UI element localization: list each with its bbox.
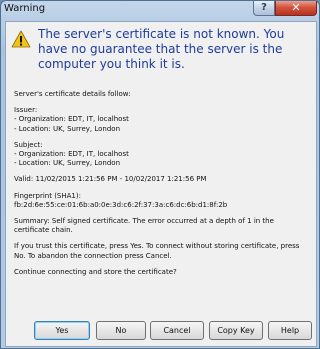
issuer-block: Issuer: - Organization: EDT, IT, localho…	[14, 106, 310, 134]
error-summary: Summary: Self signed certificate. The er…	[14, 217, 274, 235]
button-bar: Yes No Cancel Copy Key Help	[6, 316, 316, 346]
fingerprint-block: Fingerprint (SHA1): fb:2d:6e:55:ce:01:6b…	[14, 192, 310, 210]
window-title: Warning	[4, 3, 46, 14]
confirm-question: Continue connecting and store the certif…	[14, 267, 177, 276]
close-button[interactable]: ✕	[275, 1, 317, 16]
subject-label: Subject:	[14, 140, 43, 149]
copy-key-button[interactable]: Copy Key	[209, 321, 263, 340]
subject-block: Subject: - Organization: EDT, IT, localh…	[14, 141, 310, 169]
subject-location: - Location: UK, Surrey, London	[14, 159, 121, 168]
cancel-button[interactable]: Cancel	[150, 321, 204, 340]
validity-period: Valid: 11/02/2015 1:21:56 PM - 10/02/201…	[14, 175, 207, 184]
title-bar[interactable]: Warning ? ✕	[1, 1, 319, 21]
no-button[interactable]: No	[96, 321, 146, 340]
warning-dialog: Warning ? ✕ The server's certificate is …	[0, 0, 320, 349]
issuer-location: - Location: UK, Surrey, London	[14, 124, 121, 133]
trust-instructions: If you trust this certificate, press Yes…	[14, 242, 300, 260]
dialog-content: The server's certificate is not known. Y…	[5, 21, 317, 347]
fingerprint-value: fb:2d:6e:55:ce:01:6b:a0:0e:3d:c6:2f:37:3…	[14, 200, 228, 209]
issuer-label: Issuer:	[14, 106, 38, 115]
yes-button[interactable]: Yes	[34, 321, 90, 340]
issuer-organization: - Organization: EDT, IT, localhost	[14, 115, 129, 124]
question-mark-icon: ?	[261, 2, 267, 13]
close-icon: ✕	[291, 1, 301, 14]
details-intro: Server's certificate details follow:	[14, 90, 131, 98]
warning-headline: The server's certificate is not known. Y…	[38, 27, 285, 71]
fingerprint-label: Fingerprint (SHA1):	[14, 191, 81, 200]
help-titlebar-button[interactable]: ?	[253, 1, 275, 16]
subject-organization: - Organization: EDT, IT, localhost	[14, 150, 129, 159]
certificate-details: Server's certificate details follow: Iss…	[14, 90, 310, 284]
help-button[interactable]: Help	[268, 321, 312, 340]
warning-triangle-icon	[11, 30, 31, 48]
